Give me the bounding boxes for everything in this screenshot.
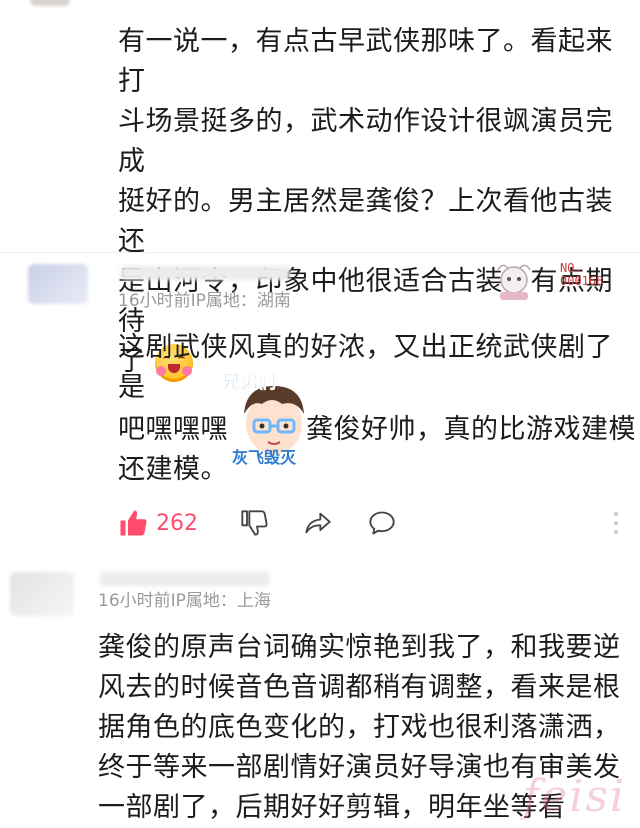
comment-meta: 16小时前IP属地：湖南 [118, 291, 291, 311]
comment-line: 这剧武侠风真的好浓，又出正统武侠剧了是 [118, 332, 613, 403]
watermark: feisi [522, 771, 626, 822]
comment-text: 这剧武侠风真的好浓，又出正统武侠剧了是 [118, 328, 630, 408]
like-count: 262 [156, 510, 198, 536]
comment-line: 据角色的底色变化的，打戏也很利落潇洒， [98, 712, 621, 743]
comment-text: 龚俊好帅，真的比游戏建模 [306, 410, 636, 450]
like-button[interactable]: 262 [118, 508, 198, 538]
username-blur[interactable] [120, 266, 290, 280]
share-icon [305, 512, 331, 534]
comment-bubble-icon [369, 511, 395, 535]
sticker-text-top: 兄弟们 [222, 372, 277, 394]
username-blur[interactable] [100, 572, 270, 586]
comment-line: 还建模。 [118, 454, 228, 485]
fan-number-badge: NO. 000168 [560, 261, 604, 288]
comment-line: 有一说一，有点古早武侠那味了。看起来打 [118, 26, 613, 97]
sticker-text-bottom: 灰飞毁灭 [232, 448, 297, 467]
comment-line-part: 吧嘿嘿嘿 [118, 414, 228, 445]
dislike-button[interactable] [240, 509, 268, 537]
thumbs-down-icon [241, 510, 268, 536]
divider [0, 252, 640, 253]
comment-line: 风去的时候音色音调都稍有调整，看来是根 [98, 672, 621, 703]
share-button[interactable] [304, 509, 332, 537]
comment-line: 龚俊的原声台词确实惊艳到我了，和我要逆 [98, 632, 621, 663]
comment-line: 挺好的。男主居然是龚俊？上次看他古装还 [118, 186, 613, 257]
comment-meta: 16小时前IP属地：上海 [98, 591, 271, 611]
comment-actions: 262 [118, 508, 396, 538]
comment-text: 还建模。 [118, 450, 228, 490]
avatar[interactable] [28, 264, 88, 304]
reply-button[interactable] [368, 509, 396, 537]
comment-line-part: 龚俊好帅，真的比游戏建模 [306, 414, 636, 445]
thumbs-up-icon [120, 510, 147, 536]
more-options-icon[interactable] [614, 512, 620, 534]
comment-text: 吧嘿嘿嘿 [118, 410, 228, 450]
comment-line: 斗场景挺多的，武术动作设计很飒演员完成 [118, 106, 613, 177]
avatar[interactable] [30, 0, 70, 6]
fan-badge-icon [488, 262, 540, 302]
avatar[interactable] [10, 572, 74, 616]
